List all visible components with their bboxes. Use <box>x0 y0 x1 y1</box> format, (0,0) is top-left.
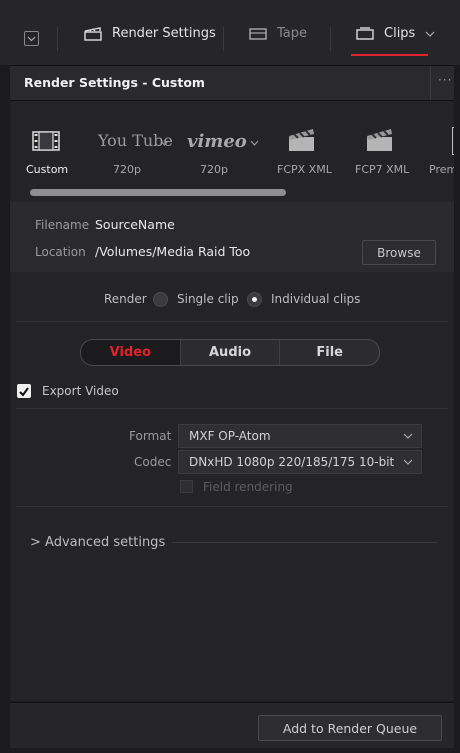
field-rendering-label: Field rendering <box>203 480 293 494</box>
tab-video[interactable]: Video <box>81 340 180 365</box>
preset-fcp7-label: FCP7 XML <box>355 163 410 176</box>
render-settings-label: Render Settings <box>112 26 216 41</box>
format-value: MXF OP-Atom <box>189 429 271 443</box>
clips-label: Clips <box>384 26 416 41</box>
divider <box>16 506 448 507</box>
render-settings-tab[interactable]: Render Settings <box>84 26 216 41</box>
checkmark-icon <box>19 387 29 397</box>
location-label: Location <box>35 245 86 259</box>
codec-value: DNxHD 1080p 220/185/175 10-bit <box>189 455 395 469</box>
tape-tab[interactable]: Tape <box>249 26 307 41</box>
filename-field[interactable]: SourceName <box>95 217 175 232</box>
clips-tab[interactable]: Clips <box>356 26 435 41</box>
preset-scrollbar[interactable] <box>30 189 286 196</box>
format-select[interactable]: MXF OP-Atom <box>178 424 422 448</box>
chevron-down-icon <box>250 140 259 146</box>
individual-clips-radio[interactable] <box>247 292 262 307</box>
preset-fcpx-label: FCPX XML <box>277 163 332 176</box>
single-clip-label: Single clip <box>177 292 239 306</box>
toolbar-separator <box>57 27 58 51</box>
divider <box>16 321 448 322</box>
export-video-label: Export Video <box>42 384 119 398</box>
preset-premiere-label: Prem <box>429 163 454 176</box>
filename-label: Filename <box>35 218 90 232</box>
codec-label: Codec <box>134 455 172 469</box>
preset-strip: Custom You Tube 720p vimeo 720p FCPX XML… <box>10 100 454 203</box>
chevron-down-icon <box>160 140 169 146</box>
browse-button[interactable]: Browse <box>362 240 436 265</box>
location-field[interactable]: /Volumes/Media Raid Too <box>95 244 250 259</box>
tape-label: Tape <box>277 26 308 41</box>
individual-clips-label: Individual clips <box>271 292 361 306</box>
more-options-icon[interactable]: ··· <box>438 73 452 87</box>
premiere-icon[interactable] <box>452 127 454 155</box>
divider <box>172 542 438 543</box>
advanced-settings-toggle[interactable]: > Advanced settings <box>30 535 165 550</box>
chevron-down-icon <box>27 36 36 42</box>
add-to-render-queue-button[interactable]: Add to Render Queue <box>258 715 442 741</box>
output-tabs: Video Audio File <box>80 339 380 366</box>
clips-active-underline <box>351 54 428 56</box>
chevron-down-icon <box>425 31 435 37</box>
chevron-down-icon <box>403 459 413 465</box>
field-rendering-checkbox[interactable] <box>180 480 193 493</box>
clapper-icon <box>84 26 102 41</box>
film-icon <box>32 131 60 151</box>
clips-icon <box>356 27 374 40</box>
toolbar: Render Settings Tape Clips <box>0 0 460 65</box>
format-label: Format <box>129 429 172 443</box>
header-title: Render Settings - Custom <box>24 75 205 90</box>
toolbar-separator <box>223 27 224 51</box>
tape-icon <box>249 27 267 40</box>
clapperboard-icon[interactable] <box>365 125 395 153</box>
single-clip-radio[interactable] <box>153 292 168 307</box>
toolbar-separator <box>330 27 331 51</box>
tab-file[interactable]: File <box>279 340 379 365</box>
export-video-checkbox[interactable] <box>17 384 31 398</box>
vimeo-logo[interactable]: vimeo <box>187 131 247 152</box>
preset-custom-label: Custom <box>26 163 69 176</box>
preset-vimeo-label: 720p <box>200 163 228 176</box>
render-label: Render <box>104 292 147 306</box>
header-separator <box>430 66 431 100</box>
divider <box>16 408 448 409</box>
tab-audio[interactable]: Audio <box>179 340 280 365</box>
chevron-down-icon <box>403 433 413 439</box>
clapperboard-icon[interactable] <box>287 125 317 153</box>
panel-toggle-icon[interactable] <box>24 31 39 46</box>
preset-youtube-label: 720p <box>113 163 141 176</box>
codec-select[interactable]: DNxHD 1080p 220/185/175 10-bit <box>178 450 422 474</box>
footer: Add to Render Queue <box>10 702 454 748</box>
render-settings-header: Render Settings - Custom ··· <box>10 65 454 100</box>
